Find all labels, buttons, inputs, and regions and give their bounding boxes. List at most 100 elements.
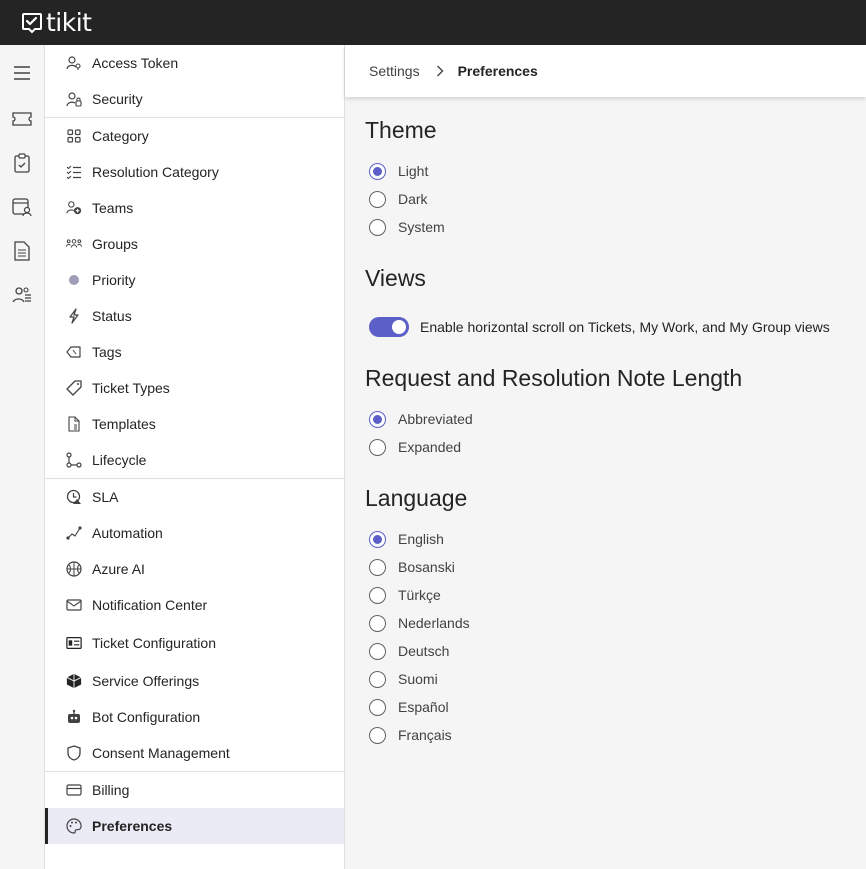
nav-item-label: Security bbox=[92, 91, 143, 107]
theme-option-light[interactable]: Light bbox=[369, 161, 428, 181]
nav-item-templates[interactable]: Templates bbox=[45, 406, 344, 442]
clock-alert-icon bbox=[66, 489, 82, 505]
nav-item-groups[interactable]: Groups bbox=[45, 226, 344, 262]
logo-text: tikit bbox=[46, 8, 92, 37]
card-icon bbox=[66, 782, 82, 798]
radio-button[interactable] bbox=[369, 438, 386, 456]
nav-item-lifecycle[interactable]: Lifecycle bbox=[45, 442, 344, 478]
radio-button[interactable] bbox=[369, 670, 386, 688]
nav-item-label: Status bbox=[92, 308, 132, 324]
toggle-label: Enable horizontal scroll on Tickets, My … bbox=[420, 319, 830, 335]
nav-item-sla[interactable]: SLA bbox=[45, 479, 344, 515]
language-option-turkce[interactable]: Türkçe bbox=[369, 585, 441, 605]
language-option-francais[interactable]: Français bbox=[369, 725, 452, 745]
nav-item-bot-configuration[interactable]: Bot Configuration bbox=[45, 699, 344, 735]
nav-item-label: Azure AI bbox=[92, 561, 145, 577]
nav-item-label: Resolution Category bbox=[92, 164, 219, 180]
radio-button[interactable] bbox=[369, 410, 386, 428]
flash-icon bbox=[66, 308, 82, 324]
nav-item-status[interactable]: Status bbox=[45, 298, 344, 334]
radio-label: Dark bbox=[398, 191, 428, 207]
radio-label: Español bbox=[398, 699, 449, 715]
branch-icon bbox=[66, 452, 82, 468]
document-text-icon[interactable] bbox=[11, 240, 33, 262]
dot-icon bbox=[66, 272, 82, 288]
settings-nav: Access Token Security Category Resolutio… bbox=[45, 45, 345, 869]
theme-option-dark[interactable]: Dark bbox=[369, 189, 428, 209]
app-rail bbox=[0, 45, 45, 869]
language-option-bosanski[interactable]: Bosanski bbox=[369, 557, 455, 577]
nav-item-service-offerings[interactable]: Service Offerings bbox=[45, 663, 344, 699]
radio-button[interactable] bbox=[369, 162, 386, 180]
nav-item-ticket-types[interactable]: Ticket Types bbox=[45, 370, 344, 406]
nav-item-category[interactable]: Category bbox=[45, 118, 344, 154]
theme-heading: Theme bbox=[365, 117, 437, 143]
nav-item-label: Notification Center bbox=[92, 597, 208, 613]
preferences-page: Settings Preferences Theme Light Dark Sy… bbox=[345, 45, 866, 869]
key-person-icon bbox=[66, 55, 82, 71]
theme-option-system[interactable]: System bbox=[369, 217, 445, 237]
hamburger-menu-icon[interactable] bbox=[11, 62, 33, 84]
bot-icon bbox=[66, 709, 82, 725]
note-length-option-abbreviated[interactable]: Abbreviated bbox=[369, 409, 473, 429]
radio-button[interactable] bbox=[369, 586, 386, 604]
nav-item-ticket-configuration[interactable]: Ticket Configuration bbox=[45, 625, 344, 661]
chevron-right-icon bbox=[436, 65, 444, 77]
nav-item-azure-ai[interactable]: Azure AI bbox=[45, 551, 344, 587]
language-option-suomi[interactable]: Suomi bbox=[369, 669, 438, 689]
radio-button[interactable] bbox=[369, 558, 386, 576]
radio-button[interactable] bbox=[369, 218, 386, 236]
nav-item-label: Consent Management bbox=[92, 745, 230, 761]
nav-item-label: Ticket Configuration bbox=[92, 635, 216, 651]
nav-item-label: Preferences bbox=[92, 818, 173, 834]
nav-item-resolution-category[interactable]: Resolution Category bbox=[45, 154, 344, 190]
mail-icon bbox=[66, 597, 82, 613]
radio-label: Bosanski bbox=[398, 559, 455, 575]
nav-item-access-token[interactable]: Access Token bbox=[45, 45, 344, 81]
language-option-nederlands[interactable]: Nederlands bbox=[369, 613, 470, 633]
nav-item-label: SLA bbox=[92, 489, 119, 505]
horizontal-scroll-setting: Enable horizontal scroll on Tickets, My … bbox=[369, 317, 830, 337]
checkbox-logo-icon bbox=[22, 12, 42, 33]
nav-item-label: Teams bbox=[92, 200, 134, 216]
tag-outline-icon bbox=[66, 380, 82, 396]
language-option-deutsch[interactable]: Deutsch bbox=[369, 641, 449, 661]
radio-label: Abbreviated bbox=[398, 411, 473, 427]
nav-item-label: Billing bbox=[92, 782, 130, 798]
note-length-option-expanded[interactable]: Expanded bbox=[369, 437, 461, 457]
nav-item-tags[interactable]: Tags bbox=[45, 334, 344, 370]
radio-button[interactable] bbox=[369, 642, 386, 660]
calendar-person-icon[interactable] bbox=[11, 196, 33, 218]
nav-item-label: Ticket Types bbox=[92, 380, 170, 396]
nav-item-automation[interactable]: Automation bbox=[45, 515, 344, 551]
breadcrumb-current: Preferences bbox=[457, 63, 538, 79]
document-icon bbox=[66, 416, 82, 432]
top-bar: tikit bbox=[0, 0, 866, 45]
ticket-icon[interactable] bbox=[11, 108, 33, 130]
box-icon bbox=[66, 673, 82, 689]
language-option-english[interactable]: English bbox=[369, 529, 444, 549]
radio-button[interactable] bbox=[369, 530, 386, 548]
nav-item-notification-center[interactable]: Notification Center bbox=[45, 587, 344, 623]
radio-button[interactable] bbox=[369, 190, 386, 208]
people-group-icon bbox=[66, 236, 82, 252]
radio-button[interactable] bbox=[369, 726, 386, 744]
people-list-icon[interactable] bbox=[11, 284, 33, 306]
nav-item-priority[interactable]: Priority bbox=[45, 262, 344, 298]
nav-item-preferences[interactable]: Preferences bbox=[45, 808, 344, 844]
nav-item-label: Templates bbox=[92, 416, 156, 432]
language-option-espanol[interactable]: Español bbox=[369, 697, 449, 717]
nav-item-label: Tags bbox=[92, 344, 122, 360]
nav-item-billing[interactable]: Billing bbox=[45, 772, 344, 808]
clipboard-check-icon[interactable] bbox=[11, 152, 33, 174]
radio-button[interactable] bbox=[369, 698, 386, 716]
radio-label: Expanded bbox=[398, 439, 462, 455]
horizontal-scroll-toggle[interactable] bbox=[369, 317, 409, 337]
radio-label: Deutsch bbox=[398, 643, 450, 659]
nav-item-consent-management[interactable]: Consent Management bbox=[45, 735, 344, 771]
radio-button[interactable] bbox=[369, 614, 386, 632]
tikit-logo[interactable]: tikit bbox=[20, 8, 92, 37]
nav-item-security[interactable]: Security bbox=[45, 81, 344, 117]
nav-item-teams[interactable]: Teams bbox=[45, 190, 344, 226]
breadcrumb-settings-link[interactable]: Settings bbox=[369, 63, 420, 79]
